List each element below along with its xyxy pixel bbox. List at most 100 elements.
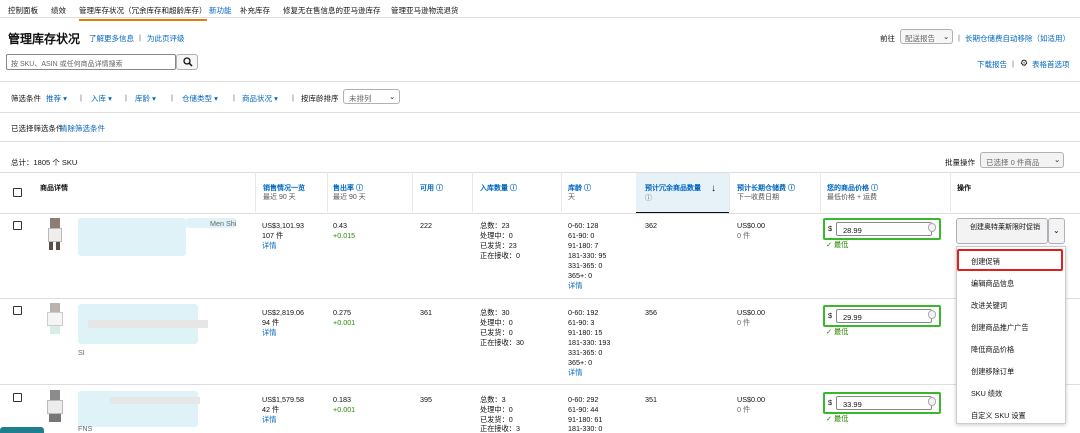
sales-detail-link[interactable]: 详情 xyxy=(262,415,276,424)
sort-select[interactable]: 未排列 ⌄ xyxy=(343,89,400,104)
excess-value: 356 xyxy=(645,308,657,317)
select-all-checkbox[interactable] xyxy=(13,188,22,197)
check-icon: ✓ xyxy=(826,327,833,336)
bulk-actions-value: 已选择 0 件商品 xyxy=(986,158,1040,167)
separator: | xyxy=(171,93,173,102)
ltsf-value: US$0.00 xyxy=(737,308,765,317)
filter-recommended-label: 推荐 xyxy=(46,94,61,103)
price-highlight: $ 28.99 xyxy=(823,218,941,240)
create-outlet-deal-button[interactable]: 创建奥特莱斯限时促销 xyxy=(956,218,1048,244)
product-image[interactable] xyxy=(46,390,68,424)
filter-inbound[interactable]: 入库 ▾ xyxy=(91,93,112,104)
age-detail-link[interactable]: 详情 xyxy=(568,281,582,290)
sales-amount: US$1,579.58 xyxy=(262,395,304,404)
separator: | xyxy=(139,33,141,42)
separator: | xyxy=(292,93,294,102)
age-detail-link[interactable]: 详情 xyxy=(568,368,582,377)
redacted-title xyxy=(88,320,208,328)
action-dropdown-toggle[interactable]: ⌄ xyxy=(1048,218,1065,244)
sell-through-delta: +0.001 xyxy=(333,318,356,327)
sell-through-value: 0.275 xyxy=(333,308,351,317)
price-input[interactable]: 33.99 xyxy=(836,396,932,410)
filter-storage-type[interactable]: 仓储类型 ▾ xyxy=(182,93,218,104)
bulk-actions-select[interactable]: 已选择 0 件商品 ⌄ xyxy=(980,152,1064,168)
learn-more-link[interactable]: 了解更多信息 xyxy=(89,33,134,44)
sort-arrow-down-icon[interactable]: ↓ xyxy=(711,183,716,194)
sort-label: 按库龄排序 xyxy=(301,94,339,103)
product-title[interactable]: SI xyxy=(78,348,85,357)
filter-age[interactable]: 库龄 ▾ xyxy=(135,93,156,104)
separator: | xyxy=(125,93,127,102)
row-checkbox[interactable] xyxy=(13,393,22,402)
nav-performance[interactable]: 绩效 xyxy=(51,5,66,16)
row-divider xyxy=(0,298,1080,299)
nav-fix-stranded[interactable]: 修复无在售信息的亚马逊库存 xyxy=(283,5,381,16)
chevron-down-icon: ⌄ xyxy=(389,92,396,101)
divider xyxy=(0,81,1080,82)
create-outlet-deal-label: 创建奥特莱斯限时促销 xyxy=(970,224,1040,231)
goto-select[interactable]: 配送报告 ⌄ xyxy=(900,29,953,44)
inbound-shipped: 已发货：0 xyxy=(480,415,513,424)
rate-page-link[interactable]: 为此页评级 xyxy=(147,33,185,44)
col-excess[interactable]: 预计冗余商品数量 xyxy=(645,183,701,193)
col-available[interactable]: 可用 ⓘ xyxy=(420,183,443,193)
inbound-receiving: 正在接收：3 xyxy=(480,424,520,433)
stepper-icon[interactable] xyxy=(928,397,936,406)
horizontal-scrollbar[interactable] xyxy=(0,427,44,433)
price-input[interactable]: 29.99 xyxy=(836,309,932,323)
dollar-sign: $ xyxy=(828,311,833,320)
price-input[interactable]: 28.99 xyxy=(836,222,932,236)
chevron-down-icon: ⌄ xyxy=(1053,226,1060,235)
redacted-title xyxy=(78,218,186,256)
total-count: 总计：1805 个 SKU xyxy=(11,158,78,167)
menu-item-lower-price[interactable]: 降低商品价格 xyxy=(957,345,1065,355)
row-checkbox[interactable] xyxy=(13,306,22,315)
inbound-shipped: 已发货：23 xyxy=(480,241,517,250)
product-image[interactable] xyxy=(46,218,68,252)
auto-remove-link[interactable]: 长期仓储费自动移除（如适用） xyxy=(965,33,1070,44)
separator: | xyxy=(958,33,960,42)
sales-detail-link[interactable]: 详情 xyxy=(262,241,276,250)
stepper-icon[interactable] xyxy=(928,223,936,232)
menu-item-create-sponsored-ad[interactable]: 创建商品推广广告 xyxy=(957,323,1065,333)
search-input[interactable]: 按 SKU、ASIN 或任何商品详情搜索 xyxy=(6,54,176,70)
age-bucket: 331-365: 0 xyxy=(568,261,603,270)
nav-restock[interactable]: 补充库存 xyxy=(240,5,270,16)
goto-select-value: 配送报告 xyxy=(905,34,935,43)
nav-dashboard[interactable]: 控制面板 xyxy=(8,5,38,16)
stepper-icon[interactable] xyxy=(928,310,936,319)
menu-item-custom-sku-settings[interactable]: 自定义 SKU 设置 xyxy=(957,411,1065,421)
product-title[interactable]: Men Shi xyxy=(210,219,236,228)
age-bucket: 365+: 0 xyxy=(568,271,593,280)
filter-condition[interactable]: 商品状况 ▾ xyxy=(242,93,278,104)
search-button[interactable] xyxy=(176,54,198,70)
table-preferences-link[interactable]: 表格首选项 xyxy=(1032,59,1070,70)
menu-item-sku-performance[interactable]: SKU 绩效 xyxy=(957,389,1065,399)
search-placeholder: 按 SKU、ASIN 或任何商品详情搜索 xyxy=(11,61,123,68)
product-title[interactable]: FNS xyxy=(78,424,92,433)
product-image[interactable] xyxy=(46,303,68,337)
nav-fba-returns[interactable]: 管理亚马逊物流退货 xyxy=(391,5,459,16)
col-inbound[interactable]: 入库数量 ⓘ xyxy=(480,183,517,193)
action-dropdown-menu: 创建促销 编辑商品信息 改进关键词 创建商品推广广告 降低商品价格 创建移除订单… xyxy=(956,246,1066,424)
age-bucket: 331-365: 0 xyxy=(568,348,603,357)
clear-filters-link[interactable]: 清除筛选条件 xyxy=(60,123,105,134)
sell-through-delta: +0.001 xyxy=(333,405,356,414)
filter-recommended[interactable]: 推荐 ▾ xyxy=(46,93,67,104)
menu-item-edit-listing[interactable]: 编辑商品信息 xyxy=(957,279,1065,289)
age-bucket: 365+: 0 xyxy=(568,358,593,367)
nav-new-feature[interactable]: 新功能 xyxy=(209,5,232,16)
menu-item-create-removal-order[interactable]: 创建移除订单 xyxy=(957,367,1065,377)
sales-detail-link[interactable]: 详情 xyxy=(262,328,276,337)
nav-inventory-health[interactable]: 管理库存状况（冗余库存和超龄库存） xyxy=(79,5,207,21)
download-report-link[interactable]: 下载报告 xyxy=(977,59,1007,70)
row-checkbox[interactable] xyxy=(13,221,22,230)
age-bucket: 181-330: 0 xyxy=(568,424,603,433)
table-header-top xyxy=(0,172,1080,173)
inbound-total: 总数：23 xyxy=(480,221,510,230)
age-bucket: 0-60: 128 xyxy=(568,221,599,230)
col-details[interactable]: 商品详情 xyxy=(40,183,68,193)
gear-icon[interactable]: ⚙ xyxy=(1020,58,1028,69)
inbound-total: 总数：3 xyxy=(480,395,506,404)
menu-item-improve-keywords[interactable]: 改进关键词 xyxy=(957,301,1065,311)
